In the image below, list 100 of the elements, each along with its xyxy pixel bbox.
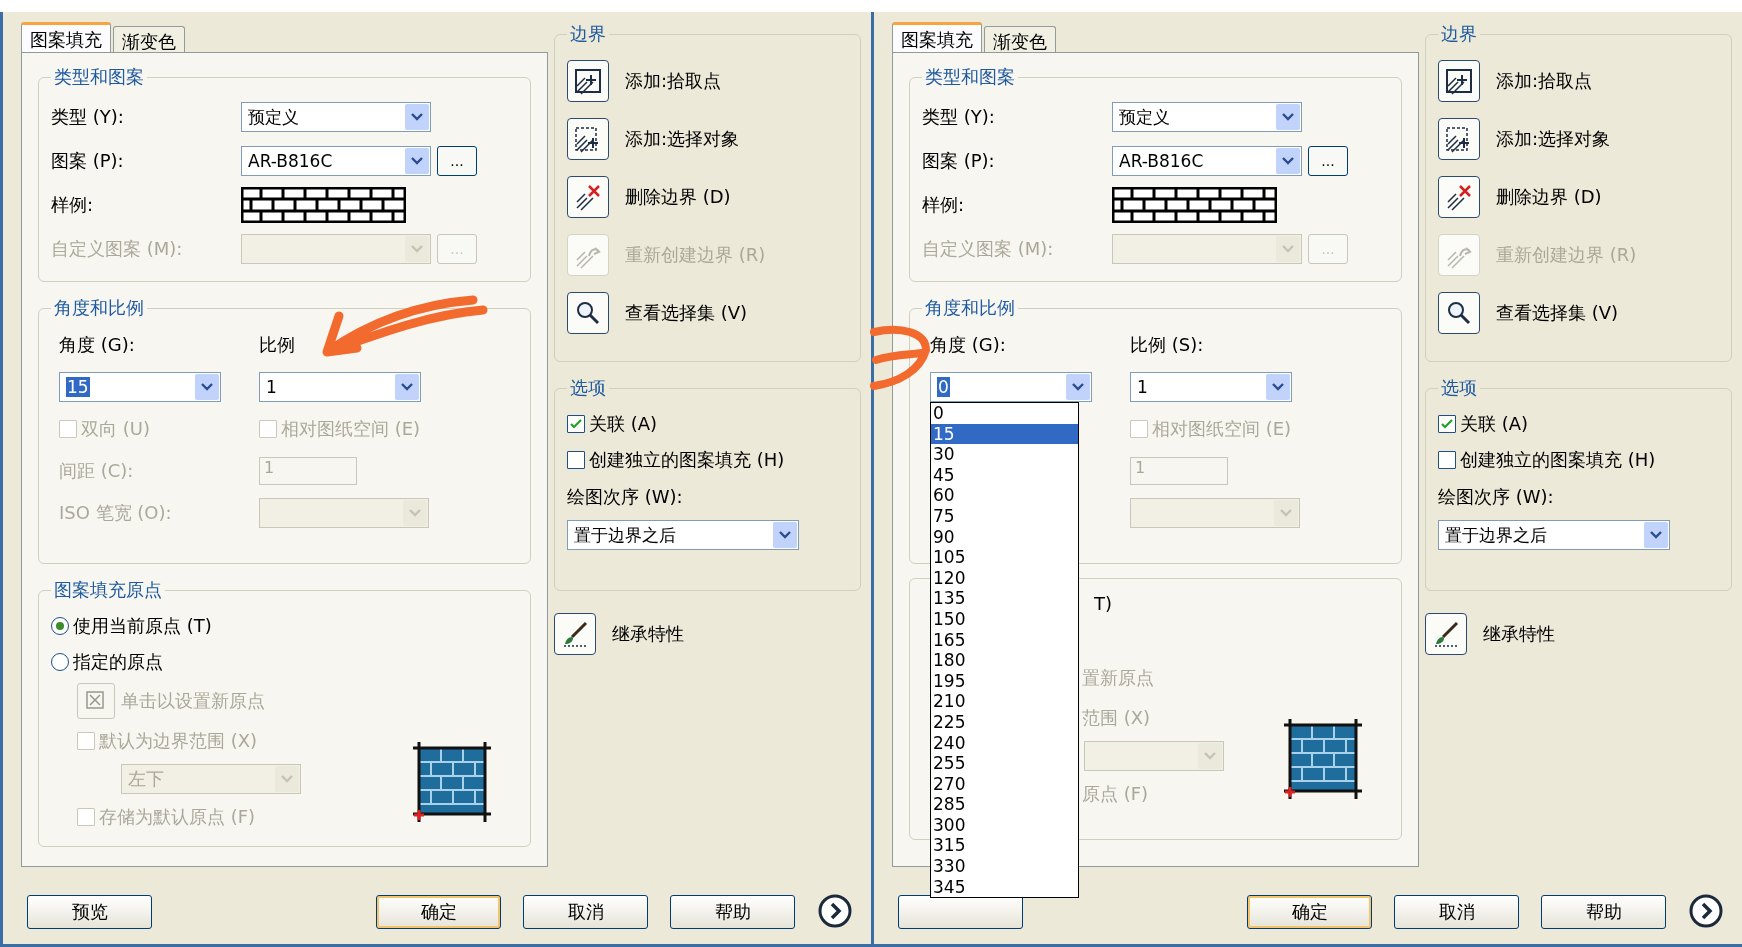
dialog-button[interactable]: 取消 bbox=[1394, 895, 1519, 929]
dropdown-field[interactable]: 预定义 bbox=[241, 102, 431, 132]
checkbox[interactable] bbox=[567, 415, 585, 433]
checkbox-label: 相对图纸空间 (E) bbox=[1152, 417, 1292, 441]
tab[interactable]: 图案填充 bbox=[21, 22, 111, 52]
checkbox-label: 关联 (A) bbox=[589, 412, 658, 436]
field-label: 绘图次序 (W): bbox=[1438, 485, 1554, 509]
group-title: 角度和比例 bbox=[924, 296, 1016, 320]
chevron-down-icon bbox=[1066, 374, 1090, 400]
dropdown-field[interactable]: 15 bbox=[59, 372, 221, 402]
checkbox-label: 关联 (A) bbox=[1460, 412, 1529, 436]
dropdown-field[interactable] bbox=[1112, 234, 1302, 264]
field-label: 类型 (Y): bbox=[51, 105, 125, 129]
action-label: 删除边界 (D) bbox=[1496, 185, 1602, 209]
action-label: 重新创建边界 (R) bbox=[1496, 243, 1637, 267]
action-label: 查看选择集 (V) bbox=[1496, 301, 1619, 325]
chevron-down-icon bbox=[1276, 148, 1300, 174]
boundary-button[interactable] bbox=[567, 118, 609, 160]
boundary-button[interactable] bbox=[1438, 118, 1480, 160]
more-options-button[interactable] bbox=[817, 894, 853, 930]
chevron-down-icon bbox=[1198, 743, 1222, 769]
dropdown-field[interactable] bbox=[1084, 741, 1224, 771]
action-label: 添加:拾取点 bbox=[625, 69, 722, 93]
action-label: 继承特性 bbox=[612, 622, 684, 646]
dropdown-field[interactable]: 预定义 bbox=[1112, 102, 1302, 132]
boundary-button[interactable] bbox=[567, 176, 609, 218]
radio-label: 使用当前原点 (T) bbox=[73, 614, 212, 638]
tab[interactable]: 渐变色 bbox=[113, 26, 185, 52]
browse-button[interactable]: ... bbox=[1308, 146, 1348, 176]
checkbox-label: 范围 (X) bbox=[1082, 706, 1151, 730]
preview-button[interactable]: 预览 bbox=[27, 895, 152, 929]
preview-button[interactable] bbox=[898, 895, 1023, 929]
radio-button[interactable] bbox=[51, 653, 69, 671]
checkbox[interactable] bbox=[1438, 451, 1456, 469]
hatch-pick-icon bbox=[1444, 66, 1474, 96]
dialog-button[interactable]: 确定 bbox=[1247, 895, 1372, 929]
dropdown-field[interactable]: 1 bbox=[259, 372, 421, 402]
group-title: 边界 bbox=[1440, 22, 1478, 46]
group-title: 选项 bbox=[569, 376, 607, 400]
instruction-text: 置新原点 bbox=[1082, 666, 1154, 690]
field-label: 比例 bbox=[259, 333, 295, 357]
action-label: 重新创建边界 (R) bbox=[625, 243, 766, 267]
group-title: 类型和图案 bbox=[53, 65, 145, 89]
inherit-button[interactable] bbox=[1425, 613, 1467, 655]
chevron-down-icon bbox=[405, 236, 429, 262]
chevron-down-icon bbox=[1266, 374, 1290, 400]
action-label: 查看选择集 (V) bbox=[625, 301, 748, 325]
checkbox-label: 默认为边界范围 (X) bbox=[99, 729, 258, 753]
checkbox-label: 存储为默认原点 (F) bbox=[99, 805, 256, 829]
action-label: 添加:拾取点 bbox=[1496, 69, 1593, 93]
chevron-down-icon bbox=[1276, 236, 1300, 262]
group-title: 角度和比例 bbox=[53, 296, 145, 320]
chevron-down-icon bbox=[395, 374, 419, 400]
tab[interactable]: 图案填充 bbox=[892, 22, 982, 52]
dialog-button[interactable]: 帮助 bbox=[1541, 895, 1666, 929]
dropdown-field[interactable]: 置于边界之后 bbox=[567, 520, 799, 550]
action-label: 删除边界 (D) bbox=[625, 185, 731, 209]
dropdown-field[interactable] bbox=[1130, 498, 1300, 528]
dialog-button[interactable]: 帮助 bbox=[670, 895, 795, 929]
more-options-button[interactable] bbox=[1688, 894, 1724, 930]
dropdown-field[interactable] bbox=[241, 234, 431, 264]
chevron-down-icon bbox=[1276, 104, 1300, 130]
dropdown-field[interactable]: 1 bbox=[1130, 372, 1292, 402]
radio-label: 指定的原点 bbox=[73, 650, 163, 674]
list-option[interactable]: 15 bbox=[931, 423, 1078, 445]
field-label: 间距 (C): bbox=[59, 459, 134, 483]
chevron-down-icon bbox=[773, 522, 797, 548]
dropdown-field[interactable]: AR-B816C bbox=[241, 146, 431, 176]
boundary-button[interactable] bbox=[1438, 292, 1480, 334]
field-label: 自定义图案 (M): bbox=[51, 237, 184, 261]
group-title: 图案填充原点 bbox=[53, 578, 163, 602]
field-label: 图案 (P): bbox=[922, 149, 996, 173]
boundary-button[interactable] bbox=[567, 60, 609, 102]
radio-button[interactable] bbox=[51, 617, 69, 635]
field-label: 样例: bbox=[922, 193, 966, 217]
inherit-button[interactable] bbox=[554, 613, 596, 655]
checkbox[interactable] bbox=[567, 451, 585, 469]
action-label: 添加:选择对象 bbox=[625, 127, 740, 151]
brick-hatch-icon bbox=[1282, 717, 1364, 801]
field-label: 图案 (P): bbox=[51, 149, 125, 173]
dropdown-field[interactable]: 0 bbox=[930, 372, 1092, 402]
dropdown-field[interactable]: AR-B816C bbox=[1112, 146, 1302, 176]
dialog-button[interactable]: 取消 bbox=[523, 895, 648, 929]
chevron-down-icon bbox=[275, 766, 299, 792]
boundary-button[interactable] bbox=[567, 292, 609, 334]
group-title: 选项 bbox=[1440, 376, 1478, 400]
dropdown-field[interactable] bbox=[259, 498, 429, 528]
radio-label: T) bbox=[1094, 592, 1113, 614]
field-label: 角度 (G): bbox=[930, 333, 1006, 357]
dialog-button[interactable]: 确定 bbox=[376, 895, 501, 929]
boundary-button[interactable] bbox=[1438, 176, 1480, 218]
boundary-button[interactable] bbox=[1438, 60, 1480, 102]
checkbox[interactable] bbox=[1438, 415, 1456, 433]
field-label: 角度 (G): bbox=[59, 333, 135, 357]
action-label: 添加:选择对象 bbox=[1496, 127, 1611, 151]
browse-button[interactable]: ... bbox=[437, 146, 477, 176]
dropdown-field[interactable]: 置于边界之后 bbox=[1438, 520, 1670, 550]
chevron-down-icon bbox=[405, 104, 429, 130]
instruction-text: 单击以设置新原点 bbox=[121, 689, 265, 713]
tab[interactable]: 渐变色 bbox=[984, 26, 1056, 52]
